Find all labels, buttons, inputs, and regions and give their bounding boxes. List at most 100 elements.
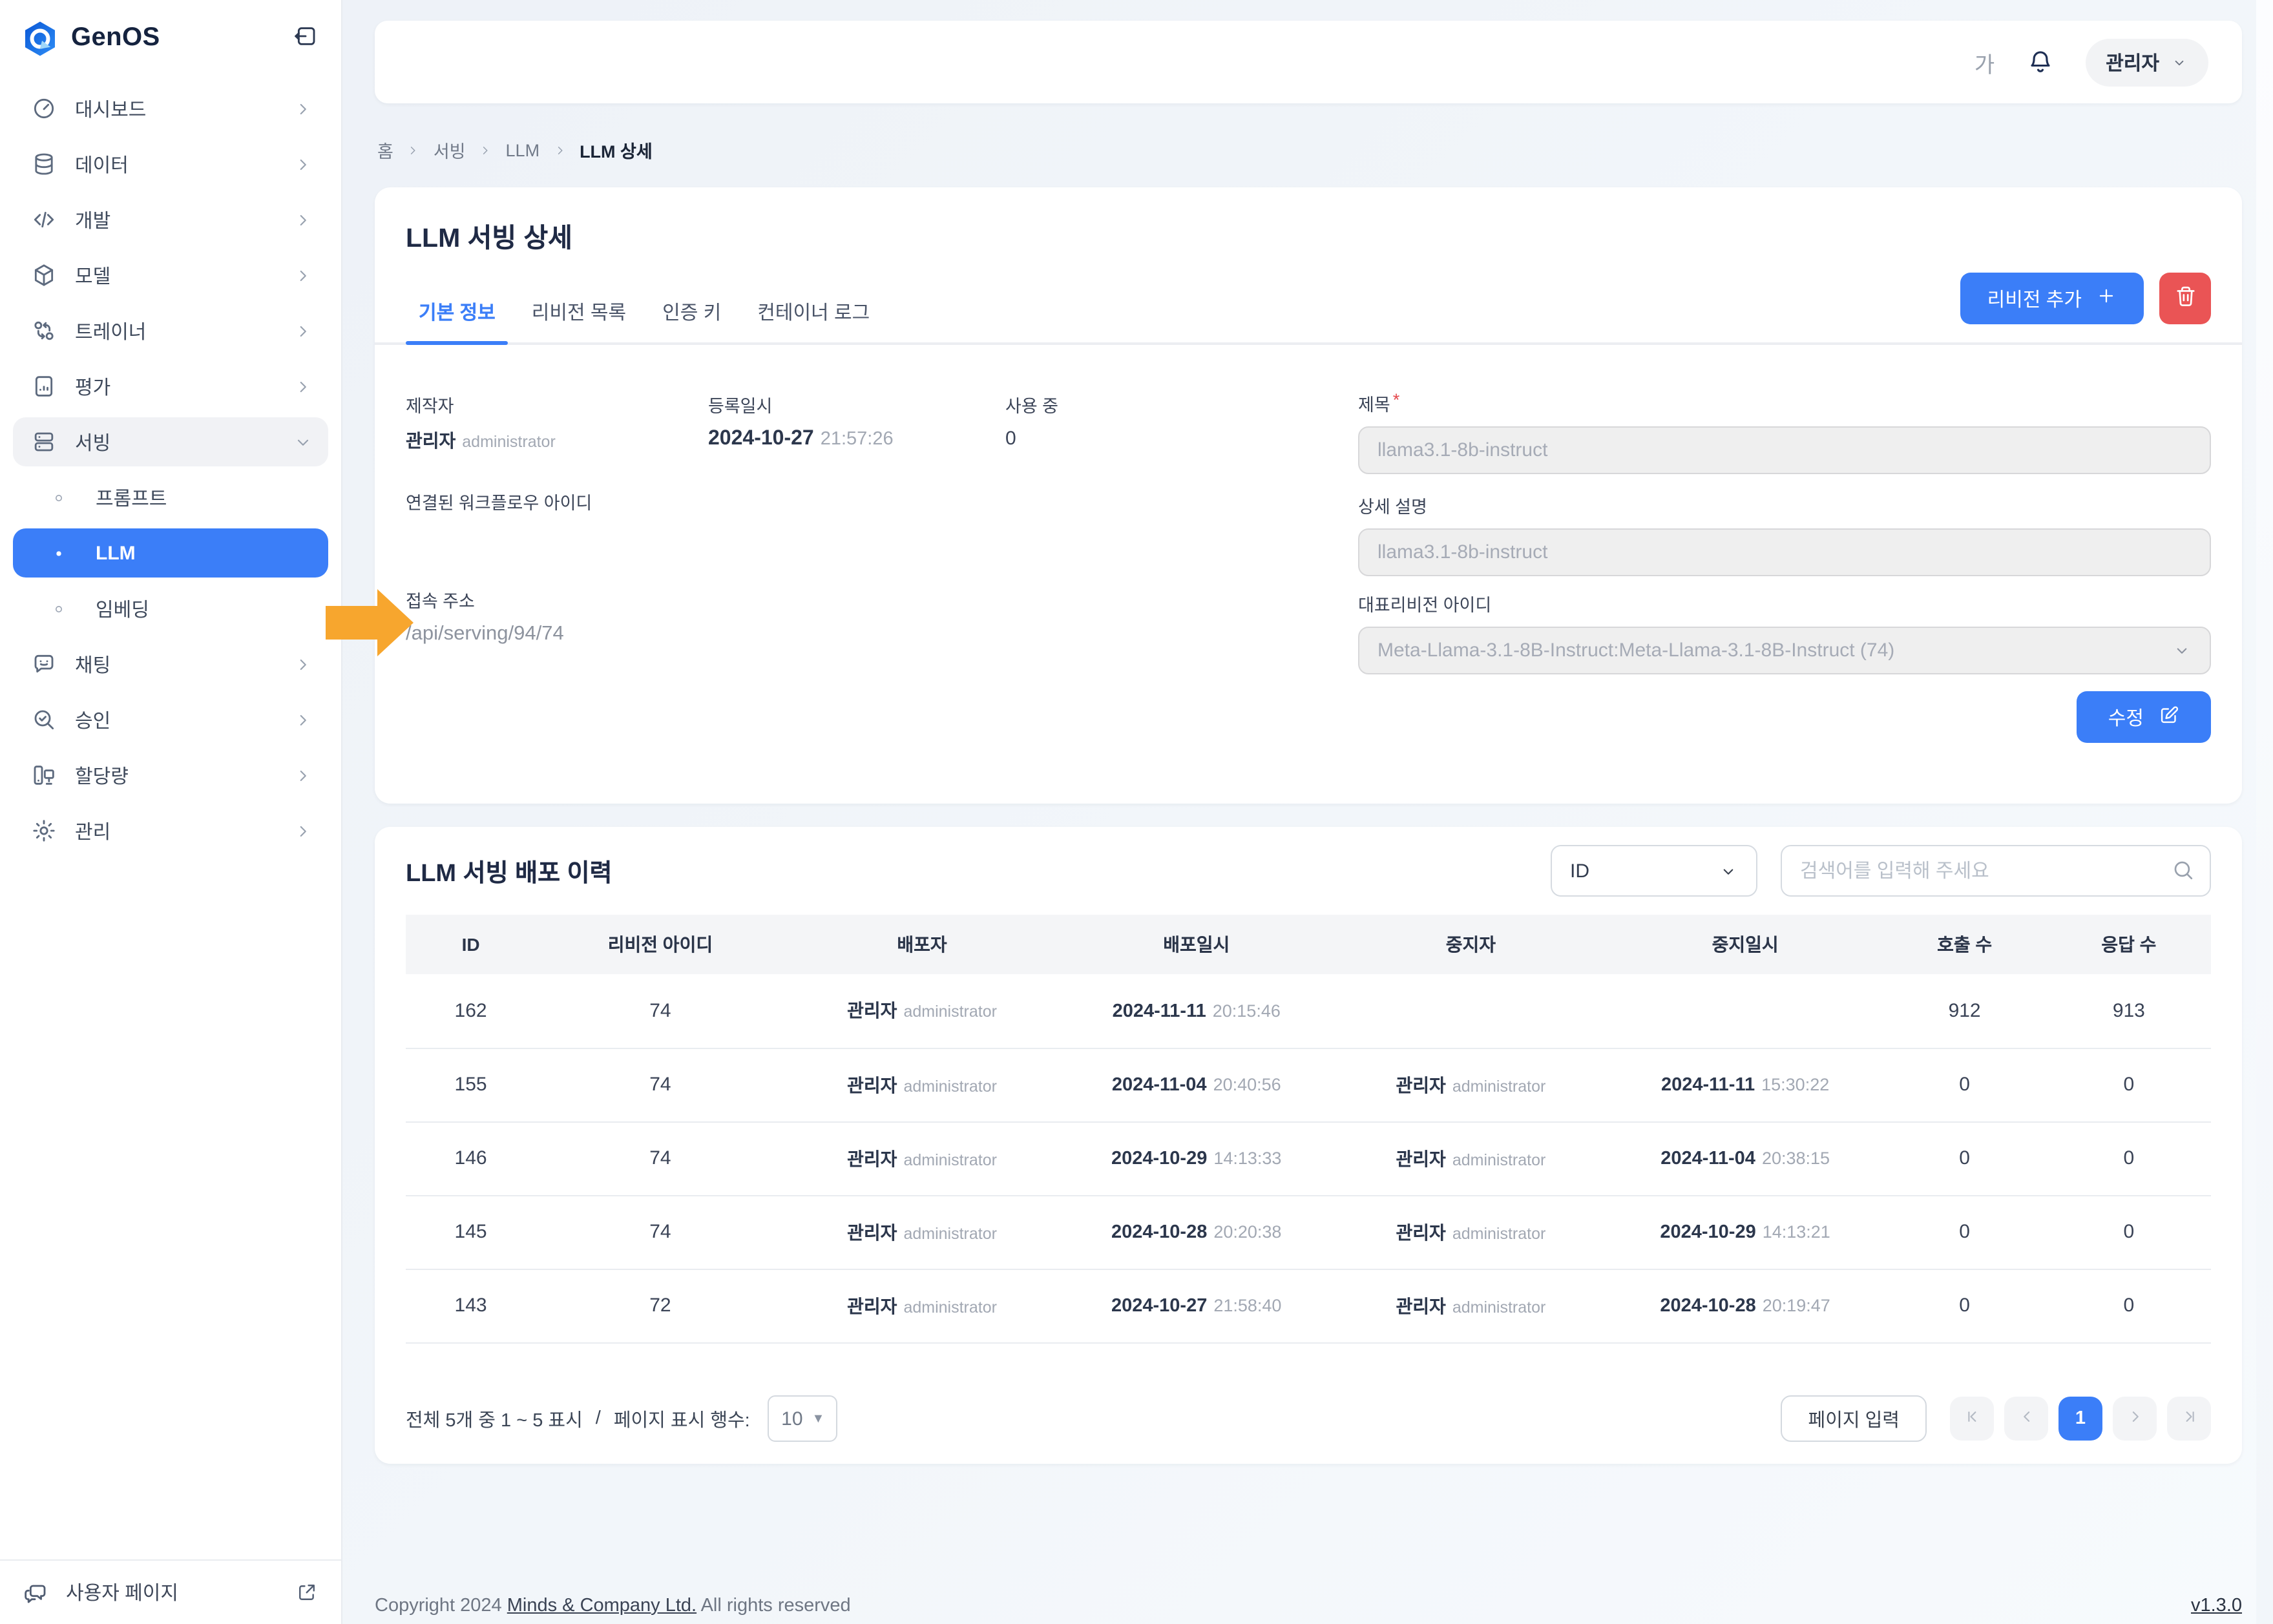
table-row[interactable]: 15574관리자administrator2024-11-0420:40:56관… [406,1048,2211,1121]
sidebar-item-dashboard[interactable]: 대시보드 [13,84,328,133]
cell-calls: 0 [1882,1121,2046,1195]
sidebar-item-quota[interactable]: 할당량 [13,751,328,800]
first-page-button[interactable] [1950,1397,1994,1441]
sidebar-item-user-page[interactable]: 사용자 페이지 [0,1559,341,1624]
sidebar-item-evaluation[interactable]: 평가 [13,362,328,411]
selected-dot-icon [52,540,78,566]
chevron-right-icon [293,154,313,174]
cell-stopped-at [1608,974,1883,1048]
sidebar-item-data[interactable]: 데이터 [13,140,328,189]
field-workflow-id: 연결된 워크플로우 아이디 [406,488,592,514]
user-menu[interactable]: 관리자 [2085,38,2208,86]
sidebar-item-develop[interactable]: 개발 [13,195,328,244]
sidebar-item-prompt[interactable]: 프롬프트 [13,473,328,522]
cell-stopper [1334,974,1608,1048]
rows-per-page-select[interactable]: 10 ▼ [768,1395,838,1442]
column-header: 응답 수 [2047,915,2211,974]
version-link[interactable]: v1.3.0 [2191,1596,2242,1616]
column-header: ID [406,915,536,974]
brand-name: GenOS [71,23,160,53]
creator-label: 제작자 [406,391,556,417]
add-revision-button[interactable]: 리비전 추가 [1960,273,2144,324]
company-link[interactable]: Minds & Company Ltd. [507,1596,697,1616]
llm-detail-card: LLM 서빙 상세 리비전 추가 기본 정보 리비전 목록 인증 키 컨테이너 … [375,187,2242,804]
scrollbar[interactable] [2256,0,2273,1624]
sidebar-item-serving[interactable]: 서빙 [13,417,328,466]
cell-stopper: 관리자administrator [1334,1121,1608,1195]
tab-container-log[interactable]: 컨테이너 로그 [744,283,883,342]
sidebar-item-chat[interactable]: 채팅 [13,640,328,689]
search-input[interactable] [1781,845,2211,897]
cell-deployer: 관리자administrator [785,1121,1060,1195]
sidebar-item-label: 할당량 [75,762,129,789]
sidebar-item-admin[interactable]: 관리 [13,806,328,855]
notification-bell-icon[interactable] [2026,48,2054,76]
prev-page-button[interactable] [2004,1397,2048,1441]
language-toggle[interactable]: 가 [1974,46,1995,78]
code-icon [31,207,57,233]
sidebar-item-model[interactable]: 모델 [13,251,328,300]
chevron-right-icon [406,143,421,157]
cell-deployer: 관리자administrator [785,1269,1060,1342]
tab-revision-list[interactable]: 리비전 목록 [519,283,639,342]
section-title: LLM 서빙 배포 이력 [406,853,613,888]
chevron-right-icon [293,265,313,285]
cell-deployed-at: 2024-10-2914:13:33 [1059,1121,1334,1195]
edit-button[interactable]: 수정 [2077,691,2211,743]
sidebar-item-embedding[interactable]: 임베딩 [13,584,328,633]
chevron-right-icon [293,654,313,674]
main-revision-label: 대표리비전 아이디 [1358,590,2211,616]
cell-calls: 0 [1882,1195,2046,1269]
cell-id: 146 [406,1121,536,1195]
server-icon [31,429,57,455]
cell-id: 162 [406,974,536,1048]
cell-id: 143 [406,1269,536,1342]
table-row[interactable]: 14372관리자administrator2024-10-2721:58:40관… [406,1269,2211,1342]
cell-revision: 74 [536,974,785,1048]
table-row[interactable]: 14674관리자administrator2024-10-2914:13:33관… [406,1121,2211,1195]
cell-revision: 72 [536,1269,785,1342]
table-header-row: ID리비전 아이디배포자배포일시중지자중지일시호출 수응답 수 [406,915,2211,974]
tab-auth-key[interactable]: 인증 키 [649,283,734,342]
pager: 페이지 입력 1 [1781,1395,2211,1442]
last-page-button[interactable] [2167,1397,2211,1441]
table-row[interactable]: 16274관리자administrator2024-11-1120:15:469… [406,974,2211,1048]
address-value: /api/serving/94/74 [406,623,564,646]
filter-field-select[interactable]: ID [1551,845,1757,897]
cell-deployed-at: 2024-11-1120:15:46 [1059,974,1334,1048]
page-1-button[interactable]: 1 [2058,1397,2102,1441]
breadcrumb-llm[interactable]: LLM [506,140,540,160]
description-input[interactable] [1358,528,2211,576]
pagination-bar: 전체 5개 중 1 ~ 5 표시 / 페이지 표시 행수: 10 ▼ 페이지 입… [406,1393,2211,1444]
cell-responses: 0 [2047,1048,2211,1121]
chevron-right-icon [552,143,567,157]
sidebar-item-trainer[interactable]: 트레이너 [13,306,328,355]
table-row[interactable]: 14574관리자administrator2024-10-2820:20:38관… [406,1195,2211,1269]
chevron-down-icon [1719,861,1738,880]
column-header: 중지자 [1334,915,1608,974]
chevron-right-icon [293,710,313,729]
breadcrumb-serving[interactable]: 서빙 [434,137,466,163]
cube-icon [31,262,57,288]
sidebar-item-llm[interactable]: LLM [13,528,328,578]
page-input-button[interactable]: 페이지 입력 [1781,1395,1927,1442]
search-box [1781,845,2211,897]
sidebar-item-label: 대시보드 [75,95,146,122]
next-page-button[interactable] [2113,1397,2157,1441]
delete-button[interactable] [2159,273,2211,324]
chevron-right-icon [293,821,313,840]
cell-stopper: 관리자administrator [1334,1269,1608,1342]
copyright-suffix: All rights reserved [697,1596,851,1616]
tab-basic-info[interactable]: 기본 정보 [406,283,508,342]
copyright: Copyright 2024 Minds & Company Ltd. All … [375,1596,851,1616]
next-page-icon [2125,1407,2144,1430]
sidebar-item-label: 모델 [75,262,110,289]
sidebar-collapse-button[interactable] [289,21,320,56]
sidebar-item-label: 데이터 [75,151,129,178]
main-revision-select[interactable]: Meta-Llama-3.1-8B-Instruct:Meta-Llama-3.… [1358,627,2211,674]
sidebar-item-approval[interactable]: 승인 [13,695,328,744]
cell-stopped-at: 2024-11-0420:38:15 [1608,1121,1883,1195]
breadcrumb-home[interactable]: 홈 [377,137,393,163]
title-input[interactable] [1358,426,2211,474]
sidebar-item-label: 채팅 [75,651,110,678]
